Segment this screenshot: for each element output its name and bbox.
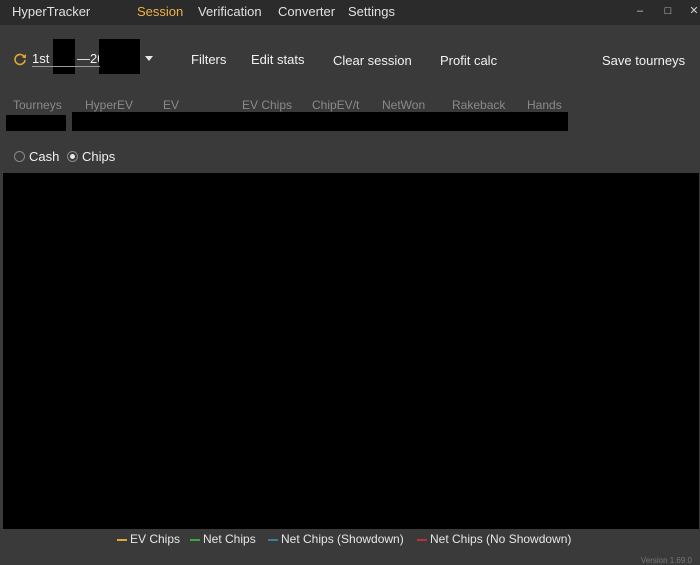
maximize-icon[interactable]: □ xyxy=(661,4,675,18)
title-bar: HyperTracker Session Verification Conver… xyxy=(0,0,700,25)
date-range-underline xyxy=(32,66,100,67)
stat-header-tourneys: Tourneys xyxy=(13,98,62,112)
refresh-icon[interactable] xyxy=(13,52,27,66)
stat-header-chipev-t: ChipEV/t xyxy=(312,98,360,112)
clear-session-button[interactable]: Clear session xyxy=(333,53,412,68)
chart-area xyxy=(3,173,699,529)
menu-converter[interactable]: Converter xyxy=(278,4,335,19)
stat-header-rakeback: Rakeback xyxy=(452,98,506,112)
redacted-stat-values xyxy=(6,115,66,131)
stat-header-ev-chips: EV Chips xyxy=(242,98,293,112)
date-range-start[interactable]: 1st xyxy=(32,51,49,66)
version-label: Version 1.69.0 xyxy=(640,556,692,565)
edit-stats-button[interactable]: Edit stats xyxy=(251,52,304,67)
redacted-block xyxy=(53,39,75,74)
menu-session[interactable]: Session xyxy=(137,4,183,19)
menu-verification[interactable]: Verification xyxy=(198,4,262,19)
cash-radio-label[interactable]: Cash xyxy=(29,149,59,164)
stat-header-netwon: NetWon xyxy=(382,98,426,112)
legend-swatch-net-chips-showdown xyxy=(268,539,278,541)
redacted-stat-values xyxy=(72,112,568,131)
stat-header-ev: EV xyxy=(163,98,180,112)
app-window: HyperTracker Session Verification Conver… xyxy=(0,0,700,565)
save-tourneys-button[interactable]: Save tourneys xyxy=(602,53,685,68)
filters-button[interactable]: Filters xyxy=(191,52,226,67)
chips-radio[interactable] xyxy=(67,151,78,162)
cash-radio[interactable] xyxy=(14,151,25,162)
legend-ev-chips[interactable]: EV Chips xyxy=(130,532,180,546)
chips-radio-label[interactable]: Chips xyxy=(82,149,115,164)
stat-header-hyperev: HyperEV xyxy=(85,98,134,112)
close-icon[interactable]: ✕ xyxy=(687,4,700,18)
menu-settings[interactable]: Settings xyxy=(348,4,395,19)
stat-header-hands: Hands xyxy=(527,98,562,112)
legend-net-chips[interactable]: Net Chips xyxy=(203,532,256,546)
profit-calc-button[interactable]: Profit calc xyxy=(440,53,497,68)
legend-swatch-net-chips-no-showdown xyxy=(417,539,427,541)
chevron-down-icon[interactable] xyxy=(145,56,153,61)
redacted-block xyxy=(99,39,140,74)
legend-net-chips-showdown[interactable]: Net Chips (Showdown) xyxy=(281,532,404,546)
legend-swatch-net-chips xyxy=(190,539,200,541)
legend-net-chips-no-showdown[interactable]: Net Chips (No Showdown) xyxy=(430,532,571,546)
legend-swatch-ev-chips xyxy=(117,539,127,541)
minimize-icon[interactable]: – xyxy=(633,4,647,18)
app-title: HyperTracker xyxy=(12,4,91,19)
